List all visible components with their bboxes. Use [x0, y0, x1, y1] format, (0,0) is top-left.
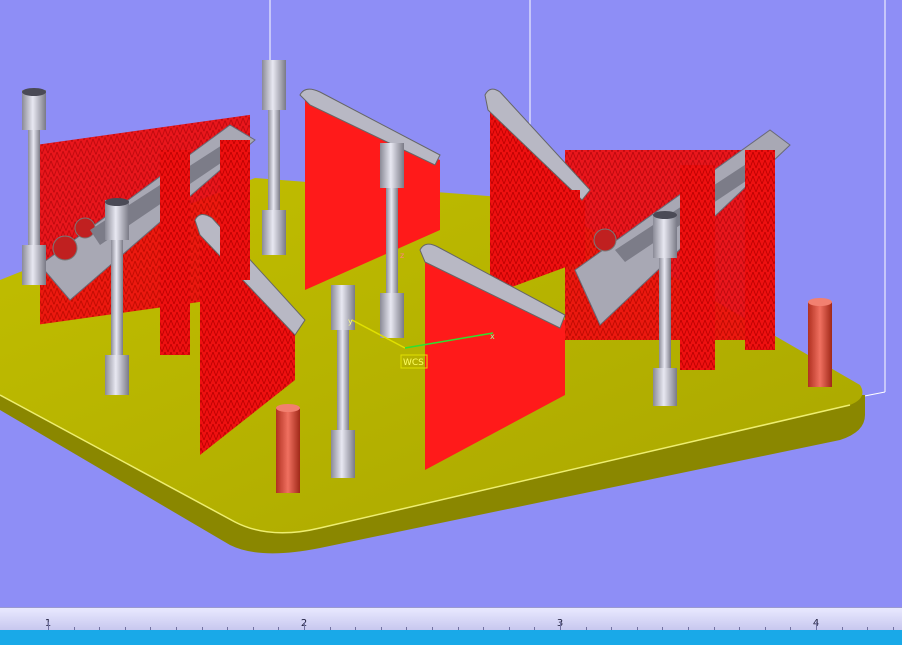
status-bar — [0, 630, 902, 645]
axis-x-label: x — [490, 332, 495, 341]
3d-viewport[interactable]: x y z WCS — [0, 0, 902, 607]
timeline-ruler[interactable]: 1 2 3 4 — [0, 607, 902, 631]
specimen-3-threaded[interactable] — [262, 60, 286, 255]
pin-left[interactable] — [276, 404, 300, 493]
build-scene[interactable]: x y z WCS — [0, 0, 902, 607]
axis-z-label: z — [400, 251, 404, 260]
axis-y-label: y — [348, 317, 353, 326]
pin-right[interactable] — [808, 298, 832, 387]
wcs-label: WCS — [403, 358, 424, 368]
